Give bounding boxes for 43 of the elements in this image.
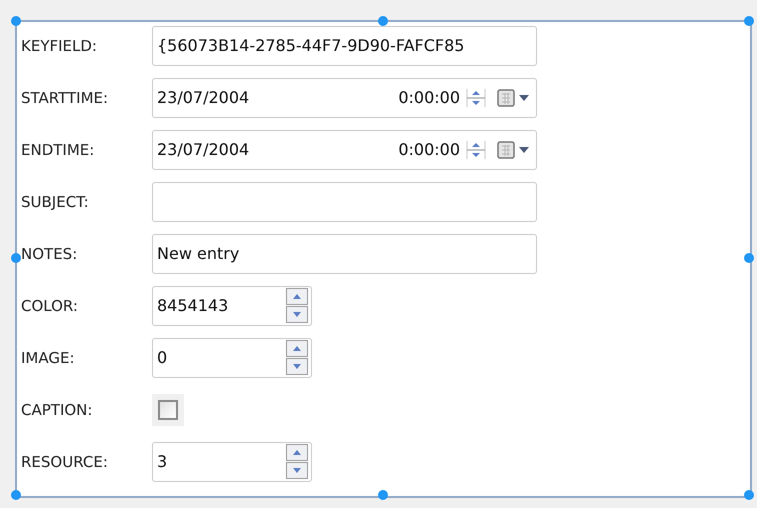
text-field[interactable]: {56073B14-2785-44F7-9D90-FAFCF85 — [152, 26, 537, 66]
field-label: ENDTIME: — [21, 140, 96, 158]
spin-value: 3 — [157, 452, 168, 471]
field-label: KEYFIELD: — [21, 36, 98, 54]
datetime-field[interactable]: 23/07/2004 0:00:00 — [152, 130, 537, 170]
spin-field[interactable]: 3 — [152, 442, 312, 482]
down-arrow-button[interactable] — [286, 306, 308, 323]
up-arrow-button[interactable] — [286, 288, 308, 305]
calendar-dropdown-icon[interactable] — [496, 86, 532, 108]
resize-handle[interactable] — [11, 16, 21, 26]
date-value: 23/07/2004 — [157, 140, 250, 159]
resize-handle[interactable] — [378, 16, 388, 26]
down-arrow-button[interactable] — [286, 462, 308, 479]
field-label: CAPTION: — [21, 400, 94, 418]
spin-value: 0 — [157, 348, 168, 367]
field-label: SUBJECT: — [21, 192, 90, 210]
field-label: COLOR: — [21, 296, 79, 314]
spin-field[interactable]: 8454143 — [152, 286, 312, 326]
checkbox[interactable] — [158, 400, 178, 420]
resize-handle[interactable] — [11, 490, 21, 500]
resize-handle[interactable] — [744, 253, 754, 263]
up-arrow-button[interactable] — [286, 444, 308, 461]
up-arrow-button[interactable] — [286, 340, 308, 357]
down-arrow-button[interactable] — [286, 358, 308, 375]
datetime-field[interactable]: 23/07/2004 0:00:00 — [152, 78, 537, 118]
spin-arrows-icon[interactable] — [466, 86, 486, 108]
spin-arrows-icon[interactable] — [466, 138, 486, 160]
resize-handle[interactable] — [378, 490, 388, 500]
text-field[interactable] — [152, 182, 537, 222]
field-label: RESOURCE: — [21, 452, 109, 470]
calendar-dropdown-icon[interactable] — [496, 138, 532, 160]
date-value: 23/07/2004 — [157, 88, 250, 107]
resize-handle[interactable] — [744, 490, 754, 500]
resize-handle[interactable] — [11, 253, 21, 263]
spin-field[interactable]: 0 — [152, 338, 312, 378]
text-field[interactable]: New entry — [152, 234, 537, 274]
time-value: 0:00:00 — [398, 140, 460, 159]
field-label: IMAGE: — [21, 348, 76, 366]
field-label: NOTES: — [21, 244, 78, 262]
field-label: STARTTIME: — [21, 88, 110, 106]
spin-value: 8454143 — [157, 296, 228, 315]
resize-handle[interactable] — [744, 16, 754, 26]
time-value: 0:00:00 — [398, 88, 460, 107]
